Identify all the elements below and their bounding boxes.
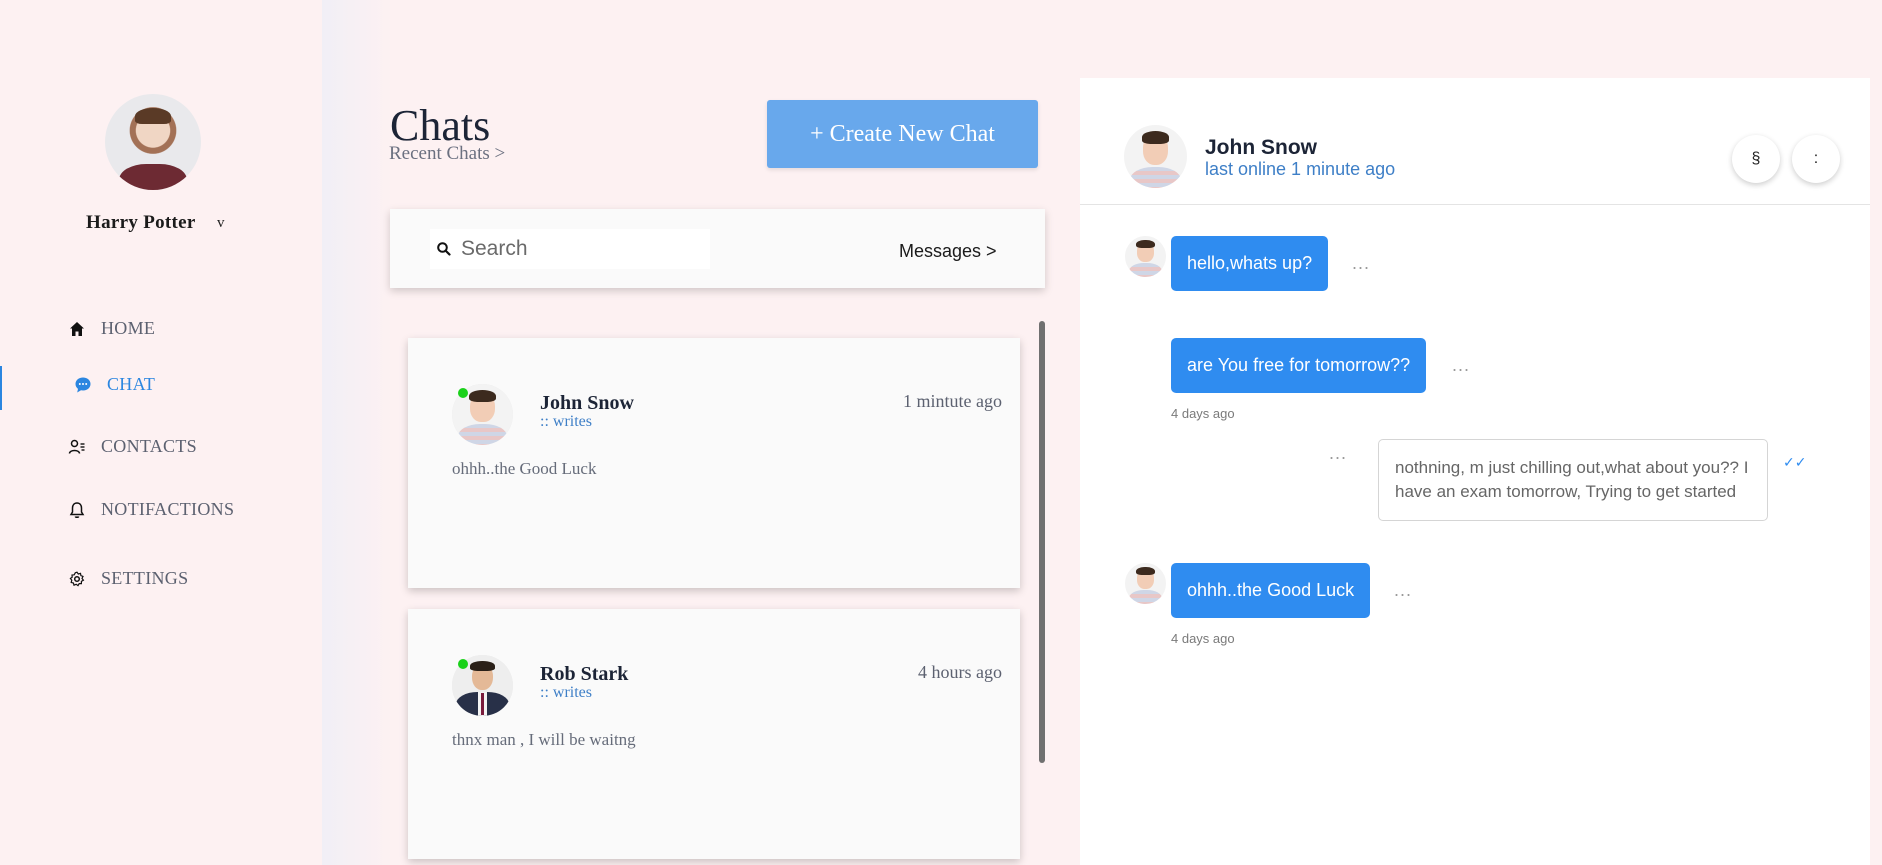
- nav-label-chat: CHAT: [107, 374, 156, 394]
- chat-icon: [74, 376, 92, 394]
- chat-timestamp: 4 hours ago: [918, 662, 1002, 682]
- nav-item-settings[interactable]: SETTINGS: [68, 568, 188, 589]
- search-icon: [435, 240, 453, 258]
- avatar-shirt: [119, 164, 187, 190]
- sidebar: Harry Potter v HOME CHAT CONTACTS NOTIFA…: [0, 0, 322, 865]
- message-options[interactable]: ...: [1352, 253, 1370, 274]
- search-box[interactable]: [430, 229, 710, 269]
- double-check-icon: ✓✓: [1783, 455, 1807, 471]
- chat-timestamp: 1 mintute ago: [903, 391, 1002, 411]
- contact-avatar[interactable]: [1124, 125, 1187, 188]
- online-status-dot: [458, 659, 468, 669]
- avatar-hair: [135, 108, 171, 124]
- conversation-header: John Snow last online 1 minute ago § :: [1080, 78, 1870, 205]
- section-button[interactable]: §: [1732, 135, 1780, 183]
- search-card: Messages >: [390, 209, 1045, 288]
- user-menu-toggle[interactable]: v: [217, 215, 225, 232]
- create-new-chat-button[interactable]: + Create New Chat: [767, 100, 1038, 168]
- conversation-contact-name: John Snow: [1205, 136, 1317, 159]
- typing-indicator: :: writes: [540, 684, 592, 701]
- message-preview: ohhh..the Good Luck: [452, 459, 597, 478]
- nav-item-chat[interactable]: CHAT: [74, 374, 155, 395]
- contact-name: John Snow: [540, 392, 634, 414]
- message-avatar: [1125, 236, 1166, 277]
- sidebar-divider-shadow: [322, 0, 392, 865]
- incoming-message: hello,whats up?: [1171, 236, 1329, 291]
- message-options[interactable]: ...: [1452, 355, 1470, 376]
- recent-chats-link[interactable]: Recent Chats >: [389, 143, 505, 165]
- message-timestamp: 4 days ago: [1171, 631, 1235, 646]
- chat-list-item[interactable]: Rob Stark :: writes 4 hours ago thnx man…: [408, 609, 1020, 859]
- nav-label-notifications: NOTIFACTIONS: [101, 499, 235, 519]
- message-avatar: [1125, 563, 1166, 604]
- more-options-button[interactable]: :: [1792, 135, 1840, 183]
- online-status-dot: [458, 388, 468, 398]
- incoming-message: are You free for tomorrow??: [1171, 338, 1427, 393]
- nav-item-home[interactable]: HOME: [68, 318, 155, 339]
- bell-icon: [68, 501, 86, 519]
- nav-label-home: HOME: [101, 318, 156, 338]
- user-avatar[interactable]: [105, 94, 201, 190]
- message-options[interactable]: ...: [1394, 580, 1412, 601]
- home-icon: [68, 320, 86, 338]
- nav-label-contacts: CONTACTS: [101, 436, 197, 456]
- message-timestamp: 4 days ago: [1171, 406, 1235, 421]
- active-nav-indicator: [0, 366, 2, 410]
- gear-icon: [68, 570, 86, 588]
- search-input[interactable]: [461, 237, 681, 261]
- message-options[interactable]: ...: [1329, 443, 1347, 464]
- nav-item-contacts[interactable]: CONTACTS: [68, 436, 197, 457]
- nav-label-settings: SETTINGS: [101, 568, 189, 588]
- outgoing-message: nothning, m just chilling out,what about…: [1378, 439, 1768, 521]
- chat-list-item[interactable]: John Snow :: writes 1 mintute ago ohhh..…: [408, 338, 1020, 588]
- user-name: Harry Potter: [86, 212, 196, 233]
- chat-list-scrollbar[interactable]: [1039, 321, 1045, 763]
- conversation-panel: John Snow last online 1 minute ago § : h…: [1080, 78, 1870, 865]
- contacts-icon: [68, 438, 86, 456]
- incoming-message: ohhh..the Good Luck: [1171, 563, 1371, 618]
- nav-item-notifications[interactable]: NOTIFACTIONS: [68, 499, 234, 520]
- typing-indicator: :: writes: [540, 413, 592, 430]
- messages-filter-link[interactable]: Messages >: [899, 241, 997, 262]
- message-preview: thnx man , I will be waitng: [452, 730, 636, 749]
- last-online-status: last online 1 minute ago: [1205, 159, 1396, 179]
- contact-name: Rob Stark: [540, 663, 629, 685]
